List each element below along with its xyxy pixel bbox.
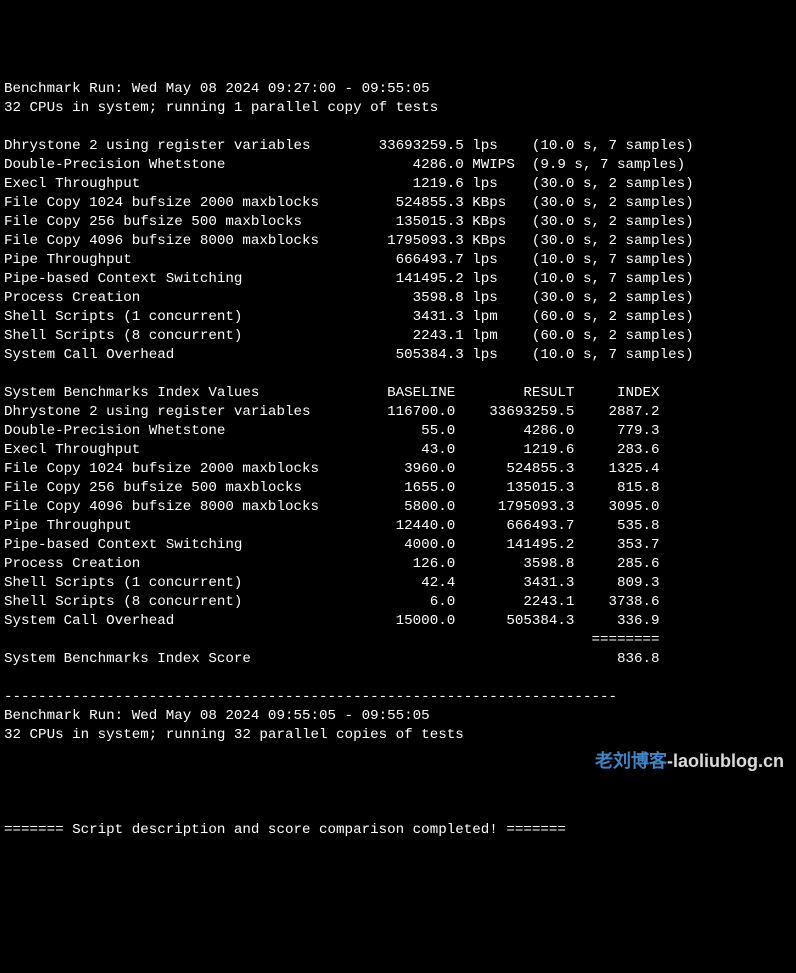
output-line: System Call Overhead 15000.0 505384.3 33… — [4, 612, 792, 631]
output-line: File Copy 4096 bufsize 8000 maxblocks 17… — [4, 232, 792, 251]
output-line: ======== — [4, 631, 792, 650]
output-line: ----------------------------------------… — [4, 688, 792, 707]
output-line: File Copy 4096 bufsize 8000 maxblocks 58… — [4, 498, 792, 517]
output-line: Benchmark Run: Wed May 08 2024 09:55:05 … — [4, 707, 792, 726]
watermark-label: 老刘博客 — [595, 751, 667, 771]
watermark-url: -laoliublog.cn — [667, 751, 784, 771]
output-line: Double-Precision Whetstone 55.0 4286.0 7… — [4, 422, 792, 441]
output-line — [4, 365, 792, 384]
output-line: File Copy 1024 bufsize 2000 maxblocks 52… — [4, 194, 792, 213]
output-line: Process Creation 3598.8 lps (30.0 s, 2 s… — [4, 289, 792, 308]
output-line — [4, 669, 792, 688]
output-line — [4, 118, 792, 137]
output-line: 32 CPUs in system; running 32 parallel c… — [4, 726, 792, 745]
output-line: Shell Scripts (8 concurrent) 6.0 2243.1 … — [4, 593, 792, 612]
terminal-output: Benchmark Run: Wed May 08 2024 09:27:00 … — [4, 80, 792, 840]
watermark: 老刘博客-laoliublog.cn — [595, 752, 784, 771]
output-line: Dhrystone 2 using register variables 336… — [4, 137, 792, 156]
output-line: Double-Precision Whetstone 4286.0 MWIPS … — [4, 156, 792, 175]
output-line: System Benchmarks Index Values BASELINE … — [4, 384, 792, 403]
output-line: Execl Throughput 1219.6 lps (30.0 s, 2 s… — [4, 175, 792, 194]
output-line: File Copy 256 bufsize 500 maxblocks 1655… — [4, 479, 792, 498]
output-line: Pipe-based Context Switching 4000.0 1414… — [4, 536, 792, 555]
output-line: Execl Throughput 43.0 1219.6 283.6 — [4, 441, 792, 460]
output-line: Pipe-based Context Switching 141495.2 lp… — [4, 270, 792, 289]
output-line: File Copy 1024 bufsize 2000 maxblocks 39… — [4, 460, 792, 479]
output-line: Benchmark Run: Wed May 08 2024 09:27:00 … — [4, 80, 792, 99]
output-line: 32 CPUs in system; running 1 parallel co… — [4, 99, 792, 118]
output-line: Shell Scripts (1 concurrent) 3431.3 lpm … — [4, 308, 792, 327]
output-line: ======= Script description and score com… — [4, 821, 792, 840]
output-line: Shell Scripts (1 concurrent) 42.4 3431.3… — [4, 574, 792, 593]
output-line — [4, 802, 792, 821]
output-line: Pipe Throughput 666493.7 lps (10.0 s, 7 … — [4, 251, 792, 270]
output-line: File Copy 256 bufsize 500 maxblocks 1350… — [4, 213, 792, 232]
output-line: Dhrystone 2 using register variables 116… — [4, 403, 792, 422]
output-line — [4, 783, 792, 802]
output-line: System Benchmarks Index Score 836.8 — [4, 650, 792, 669]
output-line: Pipe Throughput 12440.0 666493.7 535.8 — [4, 517, 792, 536]
output-line: System Call Overhead 505384.3 lps (10.0 … — [4, 346, 792, 365]
output-line: Shell Scripts (8 concurrent) 2243.1 lpm … — [4, 327, 792, 346]
output-line: Process Creation 126.0 3598.8 285.6 — [4, 555, 792, 574]
